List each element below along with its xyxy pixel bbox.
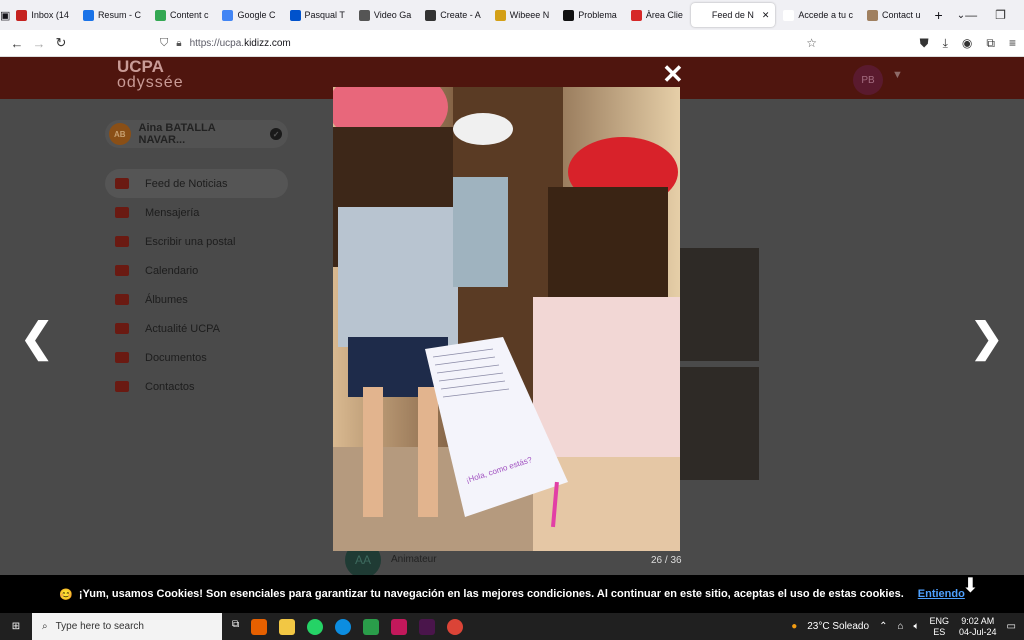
tab-favicon-icon: [696, 9, 708, 21]
teams-chat-icon[interactable]: [363, 618, 380, 635]
chevron-right-icon[interactable]: ❯: [970, 315, 1004, 361]
tab-label: Create - A: [440, 10, 481, 20]
tab-favicon-icon: [154, 9, 166, 21]
cookie-banner: 😊 ¡Yum, usamos Cookies! Son esenciales p…: [0, 575, 1024, 613]
browser-tab[interactable]: Àrea Clie: [625, 3, 689, 27]
windows-start-icon[interactable]: ⊞: [0, 621, 32, 632]
browser-tab[interactable]: Accede a tu c: [777, 3, 859, 27]
tab-favicon-icon: [783, 9, 795, 21]
download-icon[interactable]: ⤓: [943, 36, 948, 51]
tab-label: Problema: [578, 10, 617, 20]
lock-icon[interactable]: 🔒︎: [176, 38, 181, 49]
tab-label: Àrea Clie: [645, 10, 683, 20]
browser-tab[interactable]: Pasqual T: [284, 3, 351, 27]
url-text[interactable]: https://ucpa.kidizz.com: [190, 38, 291, 49]
tab-favicon-icon: [358, 9, 370, 21]
tab-label: Content c: [169, 10, 209, 20]
taskbar-search[interactable]: ⌕ Type here to search: [32, 613, 222, 640]
browser-tab[interactable]: Content c: [149, 3, 215, 27]
tab-label: Google C: [237, 10, 276, 20]
cookie-text: ¡Yum, usamos Cookies! Son esenciales par…: [78, 588, 904, 600]
search-placeholder: Type here to search: [55, 621, 144, 632]
browser-tab[interactable]: Create - A: [419, 3, 487, 27]
browser-tab[interactable]: Inbox (14: [10, 3, 75, 27]
language-indicator[interactable]: ENG ES: [930, 616, 950, 638]
weather-sun-icon: ●: [791, 621, 798, 632]
menu-icon[interactable]: ≡: [1009, 36, 1016, 51]
search-icon: ⌕: [42, 621, 48, 632]
tab-label: Contact u: [881, 10, 921, 20]
browser-tab[interactable]: Feed de N ✕: [690, 3, 776, 27]
browser-tab[interactable]: Google C: [216, 3, 281, 27]
tab-favicon-icon: [82, 9, 94, 21]
account-icon[interactable]: ◉: [962, 36, 972, 51]
clock[interactable]: 9:02 AM 04-Jul-24: [959, 616, 997, 638]
app-red-icon[interactable]: [391, 618, 408, 635]
extensions-icon[interactable]: ⧉: [986, 36, 995, 51]
browser-tab-strip: ▣ Inbox (14 Resum - C Content c Google C Pas…: [0, 0, 1024, 30]
tab-favicon-icon: [289, 9, 301, 21]
browser-nav-bar: ← → ↻ ⛉ 🔒︎ https://ucpa.kidizz.com ☆ ⛊ ⤓…: [0, 30, 1024, 57]
clock-date: 04-Jul-24: [959, 626, 997, 637]
lang-bottom: ES: [933, 626, 946, 637]
forward-icon[interactable]: →: [28, 36, 50, 51]
shield-icon[interactable]: ⛉: [160, 37, 168, 50]
url-bar[interactable]: ⛉ 🔒︎ https://ucpa.kidizz.com ☆: [150, 32, 825, 54]
download-photo-icon[interactable]: ⬇: [962, 573, 979, 598]
tab-favicon-icon: [222, 9, 234, 21]
browser-tab[interactable]: Contact u: [861, 3, 927, 27]
tab-label: Accede a tu c: [798, 10, 853, 20]
tray-chevron-up-icon[interactable]: ⌃: [879, 621, 887, 632]
file-explorer-icon[interactable]: [279, 618, 296, 635]
network-icon[interactable]: ⌂: [897, 621, 903, 632]
close-tab-icon[interactable]: ✕: [762, 10, 770, 21]
browser-tab[interactable]: Wibeee N: [489, 3, 556, 27]
firefox-icon[interactable]: [251, 618, 268, 635]
tab-favicon-icon: [425, 9, 437, 21]
minimize-icon[interactable]: —: [965, 8, 977, 22]
cookie-accept-link[interactable]: Entiendo: [918, 588, 965, 600]
tab-label: Inbox (14: [31, 10, 69, 20]
browser-tab[interactable]: Resum - C: [77, 3, 147, 27]
bookmark-star-icon[interactable]: ☆: [806, 36, 817, 50]
tab-favicon-icon: [16, 9, 28, 21]
tab-favicon-icon: [866, 9, 878, 21]
tab-label: Pasqual T: [304, 10, 345, 20]
tab-overflow-icon[interactable]: ⌄: [957, 10, 965, 21]
notification-icon[interactable]: ▭: [1007, 621, 1016, 632]
photo-counter: 26 / 36: [651, 555, 682, 566]
clock-time: 9:02 AM: [961, 615, 995, 626]
tab-favicon-icon: [630, 9, 642, 21]
chrome-icon[interactable]: [447, 618, 464, 635]
tab-label: Feed de N: [711, 10, 754, 20]
whatsapp-icon[interactable]: [307, 618, 324, 635]
windows-taskbar: ⊞ ⌕ Type here to search ⧉ ● 23°C Soleado…: [0, 613, 1024, 640]
browser-tab[interactable]: Video Ga: [353, 3, 417, 27]
close-icon[interactable]: ✕: [662, 61, 684, 87]
tab-label: Resum - C: [97, 10, 141, 20]
slack-icon[interactable]: [419, 618, 436, 635]
photo-image: ¡Hola, como estás?: [333, 87, 680, 551]
tab-favicon-icon: [563, 9, 575, 21]
tab-label: Wibeee N: [509, 10, 550, 20]
tab-list-icon[interactable]: ▣: [0, 9, 10, 22]
restore-icon[interactable]: ❐: [995, 8, 1006, 22]
lang-top: ENG: [929, 615, 950, 626]
chevron-left-icon[interactable]: ❮: [20, 315, 54, 361]
volume-icon[interactable]: 🔈︎: [914, 621, 920, 632]
smile-icon: 😊: [59, 588, 73, 601]
task-view-icon[interactable]: ⧉: [232, 619, 239, 635]
edge-icon[interactable]: [335, 618, 352, 635]
browser-tab[interactable]: Problema: [557, 3, 623, 27]
tab-favicon-icon: [494, 9, 506, 21]
weather-text[interactable]: 23°C Soleado: [807, 621, 869, 632]
photo-lightbox: ✕ ❮ ❯ ¡Hola, como estás? 26 / 36: [0, 57, 1024, 575]
pocket-icon[interactable]: ⛊: [920, 36, 929, 51]
lightbox-photo: ¡Hola, como estás?: [333, 87, 680, 551]
new-tab-icon[interactable]: +: [935, 7, 943, 23]
back-icon[interactable]: ←: [6, 36, 28, 51]
reload-icon[interactable]: ↻: [50, 35, 72, 51]
tab-label: Video Ga: [373, 10, 412, 20]
